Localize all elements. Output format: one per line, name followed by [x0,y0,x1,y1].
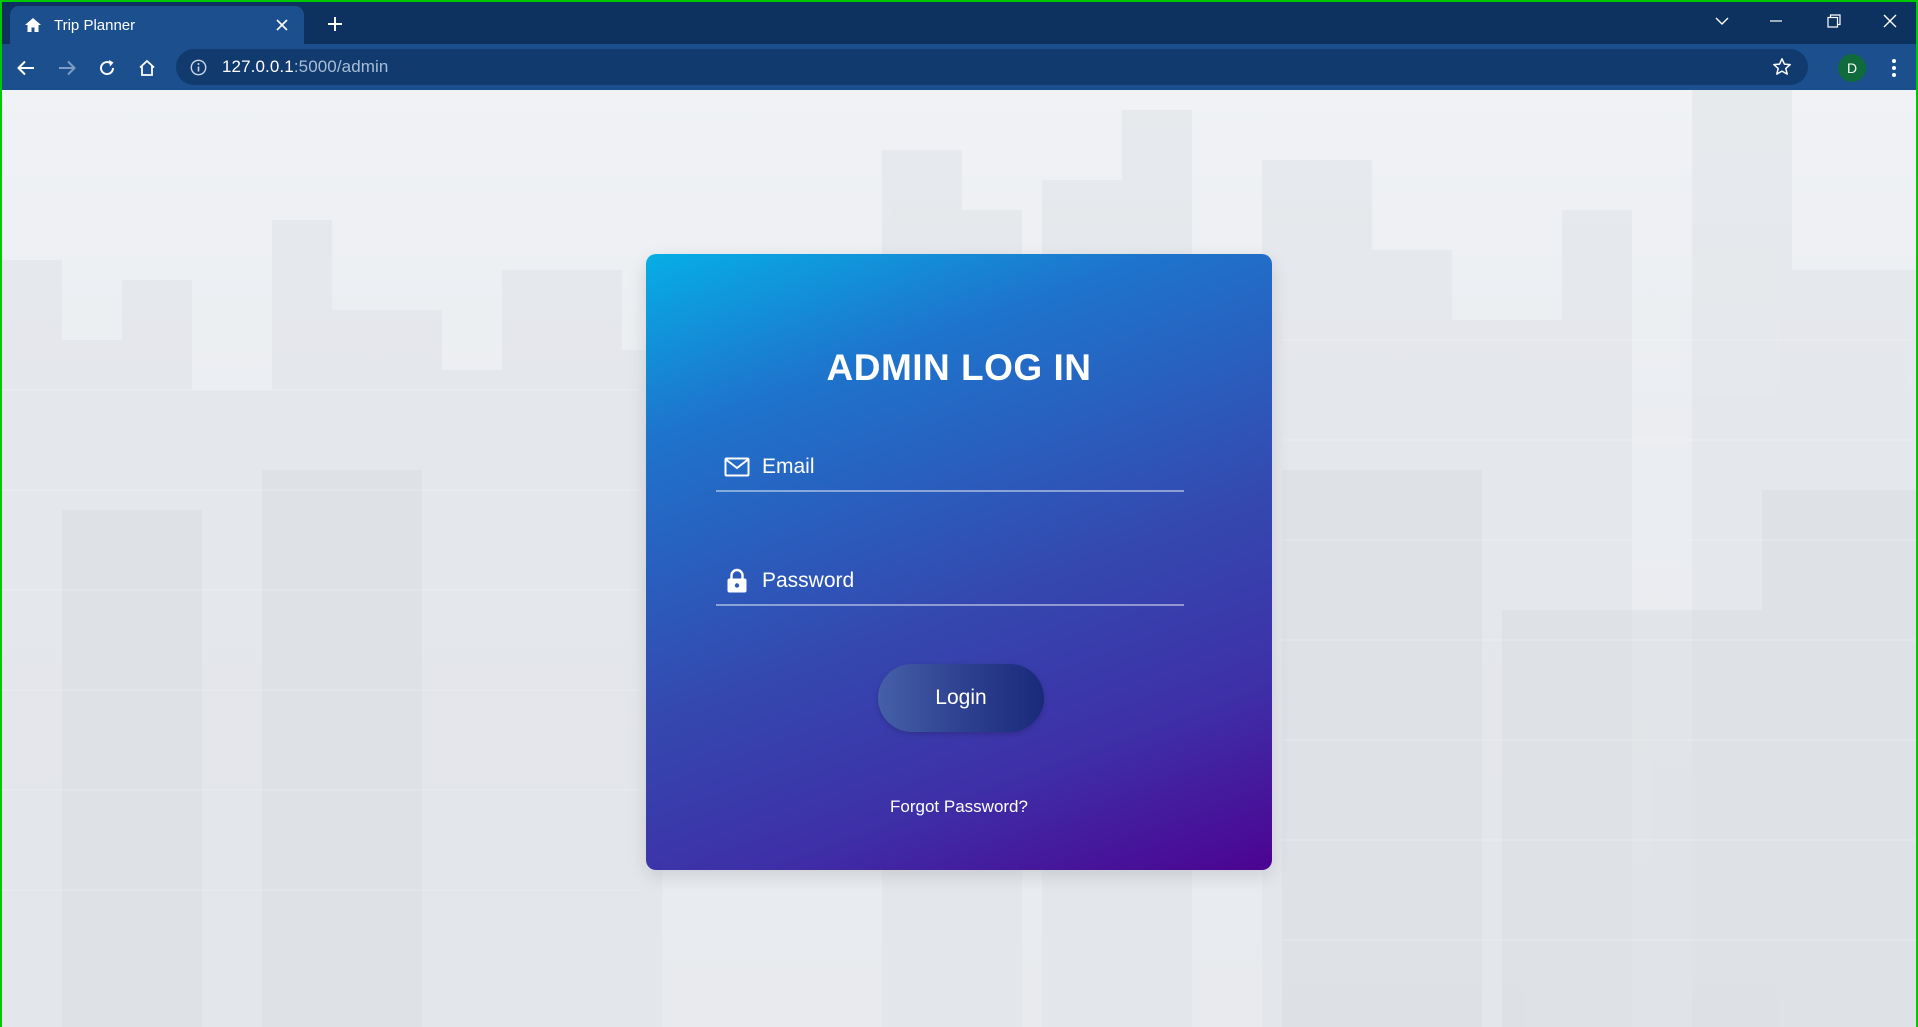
restore-icon[interactable] [1804,2,1864,40]
address-bar[interactable]: 127.0.0.1:5000/admin [176,49,1808,85]
browser-tab[interactable]: Trip Planner [10,6,304,44]
page-content: ADMIN LOG IN Email Password Login Forgot… [2,90,1916,1027]
close-icon[interactable] [1860,2,1916,40]
back-icon[interactable] [12,54,40,82]
more-vert-icon[interactable] [1882,54,1906,82]
email-field[interactable]: Email [716,444,1184,492]
close-icon[interactable] [272,15,292,35]
tab-title: Trip Planner [54,16,136,34]
profile-avatar[interactable]: D [1838,54,1866,82]
login-title: ADMIN LOG IN [826,347,1092,388]
password-placeholder: Password [762,569,855,592]
minimize-icon[interactable] [1746,2,1806,40]
email-placeholder: Email [762,455,815,478]
browser-window: Trip Planner 127.0.0.1:5000/admin D ADMI… [2,2,1916,1027]
home-icon [24,15,44,35]
mail-icon [722,454,752,480]
home-icon[interactable] [133,54,161,82]
forgot-password-link[interactable]: Forgot Password? [646,797,1272,817]
browser-toolbar: 127.0.0.1:5000/admin D [2,44,1916,90]
tab-search-icon[interactable] [1692,2,1752,40]
forward-icon[interactable] [53,54,81,82]
password-field[interactable]: Password [716,558,1184,606]
star-icon[interactable] [1772,56,1794,78]
login-button[interactable]: Login [878,664,1044,732]
url-host: 127.0.0.1 [222,57,294,76]
tab-strip: Trip Planner [2,2,1916,44]
url-path: :5000/admin [293,57,389,76]
reload-icon[interactable] [93,54,121,82]
url-text: 127.0.0.1:5000/admin [222,57,388,77]
admin-login-card: ADMIN LOG IN Email Password Login Forgot… [646,254,1272,870]
info-icon[interactable] [190,58,208,76]
plus-icon[interactable] [322,11,348,37]
lock-icon [722,568,752,594]
